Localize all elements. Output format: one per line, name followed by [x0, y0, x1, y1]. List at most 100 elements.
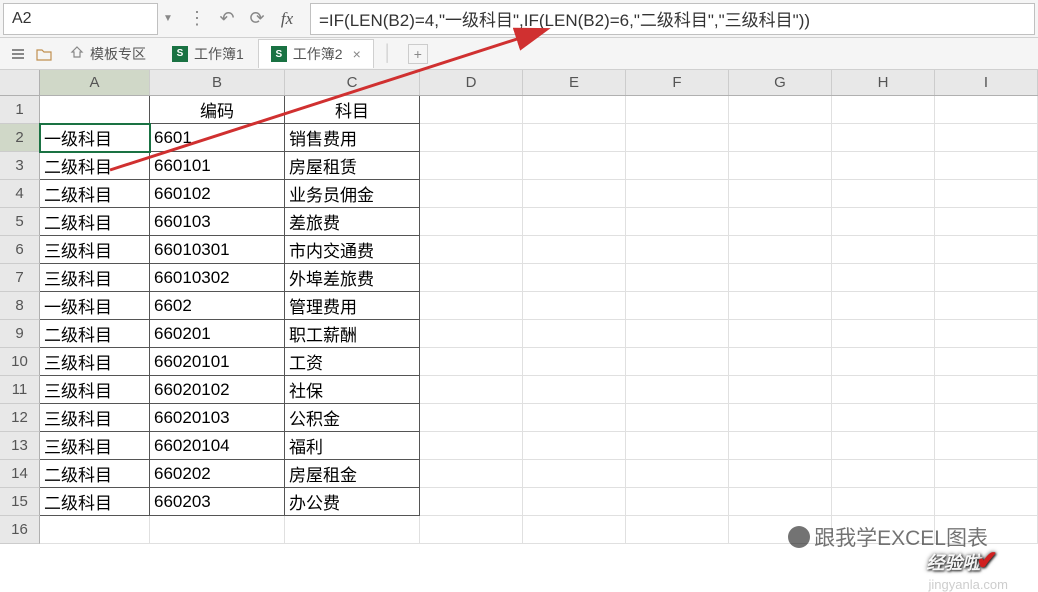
row-header[interactable]: 2 — [0, 124, 40, 152]
cell-H2[interactable] — [832, 124, 935, 152]
cell-B14[interactable]: 660202 — [150, 460, 285, 488]
cell-H12[interactable] — [832, 404, 935, 432]
cell-G8[interactable] — [729, 292, 832, 320]
cell-C10[interactable]: 工资 — [285, 348, 420, 376]
cell-G1[interactable] — [729, 96, 832, 124]
cell-A12[interactable]: 三级科目 — [40, 404, 150, 432]
cell-D7[interactable] — [420, 264, 523, 292]
cell-C7[interactable]: 外埠差旅费 — [285, 264, 420, 292]
cell-I10[interactable] — [935, 348, 1038, 376]
cell-C12[interactable]: 公积金 — [285, 404, 420, 432]
cell-E6[interactable] — [523, 236, 626, 264]
cell-B16[interactable] — [150, 516, 285, 544]
cell-D10[interactable] — [420, 348, 523, 376]
cell-C5[interactable]: 差旅费 — [285, 208, 420, 236]
cell-B2[interactable]: 6601 — [150, 124, 285, 152]
cell-D9[interactable] — [420, 320, 523, 348]
cell-C1[interactable]: 科目 — [285, 96, 420, 124]
column-header-G[interactable]: G — [729, 70, 832, 95]
cell-H14[interactable] — [832, 460, 935, 488]
row-header[interactable]: 16 — [0, 516, 40, 544]
row-header[interactable]: 10 — [0, 348, 40, 376]
cell-D2[interactable] — [420, 124, 523, 152]
cell-F11[interactable] — [626, 376, 729, 404]
cell-E15[interactable] — [523, 488, 626, 516]
tab-workbook1[interactable]: S 工作簿1 — [160, 40, 256, 68]
cell-G4[interactable] — [729, 180, 832, 208]
cell-I13[interactable] — [935, 432, 1038, 460]
row-header[interactable]: 1 — [0, 96, 40, 124]
cell-D5[interactable] — [420, 208, 523, 236]
cell-E8[interactable] — [523, 292, 626, 320]
cell-F16[interactable] — [626, 516, 729, 544]
cell-I1[interactable] — [935, 96, 1038, 124]
cell-A11[interactable]: 三级科目 — [40, 376, 150, 404]
fx-icon[interactable]: fx — [272, 3, 302, 35]
cell-B5[interactable]: 660103 — [150, 208, 285, 236]
cell-B4[interactable]: 660102 — [150, 180, 285, 208]
column-header-F[interactable]: F — [626, 70, 729, 95]
cell-A13[interactable]: 三级科目 — [40, 432, 150, 460]
row-header[interactable]: 9 — [0, 320, 40, 348]
name-box-dropdown[interactable]: ▼ — [158, 13, 178, 24]
cell-A4[interactable]: 二级科目 — [40, 180, 150, 208]
cell-B15[interactable]: 660203 — [150, 488, 285, 516]
tab-workbook2[interactable]: S 工作簿2 × — [258, 39, 374, 68]
cell-E13[interactable] — [523, 432, 626, 460]
cell-G7[interactable] — [729, 264, 832, 292]
cell-C16[interactable] — [285, 516, 420, 544]
cell-H1[interactable] — [832, 96, 935, 124]
cell-B1[interactable]: 编码 — [150, 96, 285, 124]
cell-D13[interactable] — [420, 432, 523, 460]
cell-G15[interactable] — [729, 488, 832, 516]
add-tab-button[interactable]: + — [408, 44, 428, 64]
row-header[interactable]: 4 — [0, 180, 40, 208]
cell-D1[interactable] — [420, 96, 523, 124]
column-header-D[interactable]: D — [420, 70, 523, 95]
cell-A3[interactable]: 二级科目 — [40, 152, 150, 180]
cell-F1[interactable] — [626, 96, 729, 124]
cell-F9[interactable] — [626, 320, 729, 348]
row-header[interactable]: 8 — [0, 292, 40, 320]
cell-A5[interactable]: 二级科目 — [40, 208, 150, 236]
cell-D15[interactable] — [420, 488, 523, 516]
cell-C8[interactable]: 管理费用 — [285, 292, 420, 320]
cell-G6[interactable] — [729, 236, 832, 264]
cell-G13[interactable] — [729, 432, 832, 460]
row-header[interactable]: 15 — [0, 488, 40, 516]
cell-E12[interactable] — [523, 404, 626, 432]
cell-E2[interactable] — [523, 124, 626, 152]
cell-C15[interactable]: 办公费 — [285, 488, 420, 516]
cell-H11[interactable] — [832, 376, 935, 404]
cell-D3[interactable] — [420, 152, 523, 180]
cell-E4[interactable] — [523, 180, 626, 208]
cell-F12[interactable] — [626, 404, 729, 432]
cell-G9[interactable] — [729, 320, 832, 348]
cell-H3[interactable] — [832, 152, 935, 180]
folder-icon[interactable] — [32, 42, 56, 66]
cell-A6[interactable]: 三级科目 — [40, 236, 150, 264]
select-all-corner[interactable] — [0, 70, 40, 95]
cell-I7[interactable] — [935, 264, 1038, 292]
cell-B3[interactable]: 660101 — [150, 152, 285, 180]
cell-F7[interactable] — [626, 264, 729, 292]
cell-B8[interactable]: 6602 — [150, 292, 285, 320]
cell-I2[interactable] — [935, 124, 1038, 152]
cell-I4[interactable] — [935, 180, 1038, 208]
column-header-B[interactable]: B — [150, 70, 285, 95]
row-header[interactable]: 12 — [0, 404, 40, 432]
cell-D16[interactable] — [420, 516, 523, 544]
cell-C9[interactable]: 职工薪酬 — [285, 320, 420, 348]
row-header[interactable]: 7 — [0, 264, 40, 292]
cell-I5[interactable] — [935, 208, 1038, 236]
cell-E7[interactable] — [523, 264, 626, 292]
cell-D8[interactable] — [420, 292, 523, 320]
cell-C2[interactable]: 销售费用 — [285, 124, 420, 152]
cell-H4[interactable] — [832, 180, 935, 208]
cell-A1[interactable] — [40, 96, 150, 124]
cell-D4[interactable] — [420, 180, 523, 208]
cell-F14[interactable] — [626, 460, 729, 488]
column-header-E[interactable]: E — [523, 70, 626, 95]
cell-F4[interactable] — [626, 180, 729, 208]
row-header[interactable]: 11 — [0, 376, 40, 404]
